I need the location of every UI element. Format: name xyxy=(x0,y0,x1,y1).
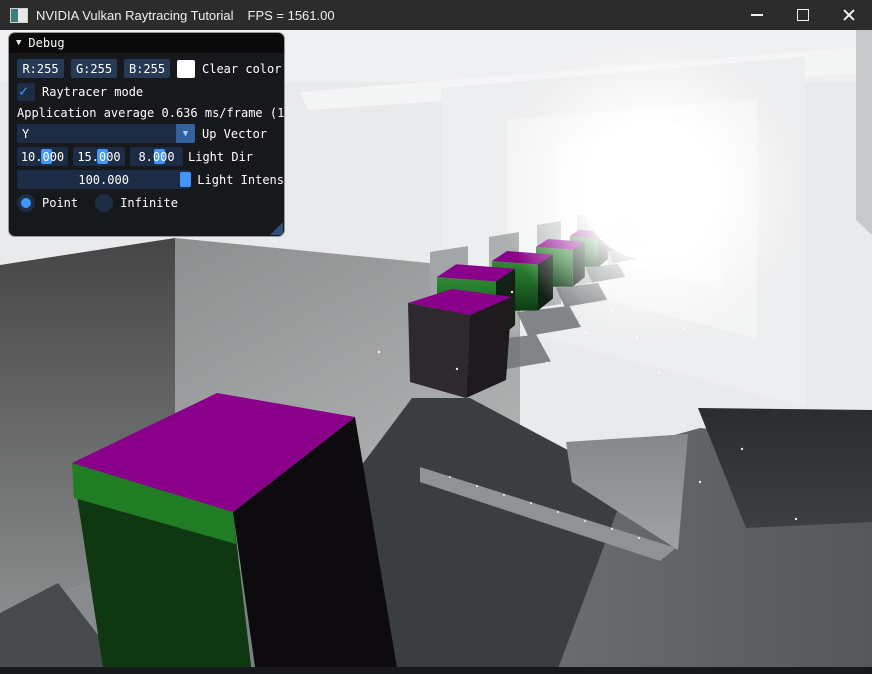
collapse-arrow-icon[interactable]: ▼ xyxy=(16,38,21,48)
stats-row: Application average 0.636 ms/frame (15 xyxy=(17,106,284,120)
red-value-button[interactable]: R:255 xyxy=(17,59,64,78)
light-intensity-value: 100.000 xyxy=(78,173,129,187)
checkmark-icon: ✓ xyxy=(19,82,28,100)
clear-color-label: Clear color xyxy=(202,62,281,76)
point-light-label: Point xyxy=(42,196,78,210)
infinite-light-radio[interactable] xyxy=(95,194,113,212)
light-dir-x-drag[interactable]: 10.000 xyxy=(17,147,68,166)
clear-color-swatch[interactable] xyxy=(177,60,195,78)
slider-grab[interactable] xyxy=(180,172,191,187)
debug-panel-titlebar[interactable]: ▼ Debug xyxy=(9,33,284,53)
clear-color-row: R:255 G:255 B:255 Clear color xyxy=(17,59,284,78)
app-icon xyxy=(10,8,28,23)
maximize-icon xyxy=(797,9,809,21)
point-light-radio[interactable] xyxy=(17,194,35,212)
mid-cube-front xyxy=(408,303,470,398)
light-intensity-slider[interactable]: 100.000 xyxy=(17,170,190,189)
light-type-row: Point Infinite xyxy=(17,193,284,212)
up-vector-value: Y xyxy=(17,127,29,141)
combo-arrow-button[interactable]: ▼ xyxy=(176,124,195,143)
light-intensity-label: Light Intens xyxy=(197,173,284,187)
raytracer-mode-label: Raytracer mode xyxy=(42,85,143,99)
blue-value-button[interactable]: B:255 xyxy=(124,59,170,78)
raytracer-mode-row: ✓ Raytracer mode xyxy=(17,82,284,101)
minimize-button[interactable] xyxy=(734,0,780,30)
light-intensity-row: 100.000 Light Intens xyxy=(17,170,284,189)
light-dir-row: 10.000 15.000 8.000 Light Dir xyxy=(17,147,284,166)
titlebar: NVIDIA Vulkan Raytracing Tutorial FPS = … xyxy=(0,0,872,30)
infinite-light-label: Infinite xyxy=(120,196,178,210)
debug-panel-title: Debug xyxy=(28,36,64,50)
light-dir-x-value: 10.000 xyxy=(21,150,64,164)
up-vector-label: Up Vector xyxy=(202,127,267,141)
window-title: NVIDIA Vulkan Raytracing Tutorial xyxy=(36,8,234,23)
bottom-dark-strip xyxy=(0,667,872,674)
up-vector-combo[interactable]: Y ▼ xyxy=(17,124,195,143)
fps-counter: FPS = 1561.00 xyxy=(248,8,335,23)
light-dir-y-drag[interactable]: 15.000 xyxy=(73,147,125,166)
light-dir-label: Light Dir xyxy=(188,150,253,164)
close-icon xyxy=(842,8,856,22)
up-vector-row: Y ▼ Up Vector xyxy=(17,124,284,143)
light-dir-z-drag[interactable]: 8.000 xyxy=(130,147,183,166)
light-dir-z-value: 8.000 xyxy=(138,150,174,164)
panel-resize-grip[interactable] xyxy=(270,222,283,235)
green-value-button[interactable]: G:255 xyxy=(71,59,117,78)
mid-cube xyxy=(408,289,512,398)
raytracer-mode-checkbox[interactable]: ✓ xyxy=(17,83,35,101)
chevron-down-icon: ▼ xyxy=(183,129,188,139)
light-dir-y-value: 15.000 xyxy=(77,150,120,164)
minimize-icon xyxy=(751,14,763,16)
app-window: NVIDIA Vulkan Raytracing Tutorial FPS = … xyxy=(0,0,872,674)
close-button[interactable] xyxy=(826,0,872,30)
frame-stats-text: Application average 0.636 ms/frame (15 xyxy=(17,106,285,120)
tunnel-light-core xyxy=(580,120,720,260)
debug-panel: ▼ Debug R:255 G:255 B:255 Clear color ✓ … xyxy=(8,32,285,237)
maximize-button[interactable] xyxy=(780,0,826,30)
